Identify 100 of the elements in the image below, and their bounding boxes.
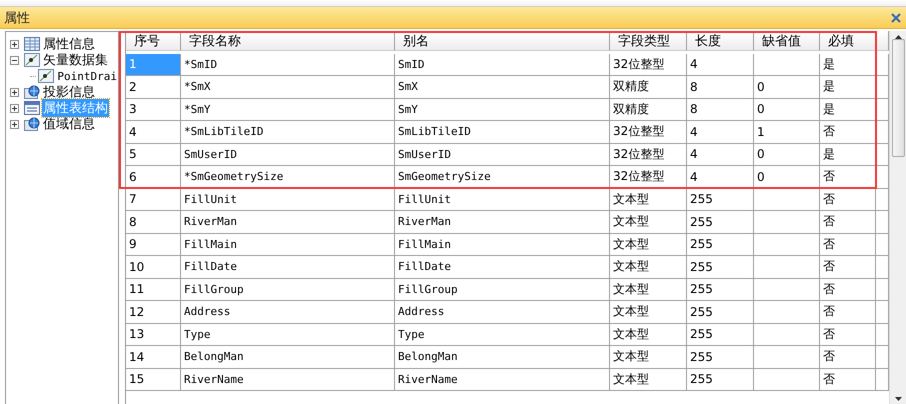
table-cell: SmY [395, 98, 610, 121]
tree-node-icon [24, 117, 40, 131]
table-cell: 255 [687, 211, 754, 234]
table-cell: 0 [754, 166, 820, 188]
table-cell [754, 278, 820, 301]
table-cell: 7 [126, 188, 181, 211]
table-cell: 5 [126, 144, 181, 166]
table-cell: 否 [820, 368, 876, 391]
table-cell: 255 [687, 368, 754, 391]
table-cell: FillMain [181, 234, 395, 256]
table-cell: 是 [820, 76, 876, 98]
close-icon[interactable] [890, 12, 902, 24]
table-cell: SmID [395, 54, 610, 76]
tree-node-icon [24, 85, 40, 99]
table-cell: 32位整型 [610, 121, 687, 144]
table-cell: *SmY [181, 98, 395, 121]
tree-item[interactable]: 属性信息 [42, 35, 96, 53]
table-cell: 3 [126, 98, 181, 121]
table-cell: 32位整型 [610, 54, 687, 76]
table-cell: SmGeometrySize [395, 166, 610, 188]
tree-item[interactable]: 矢量数据集 [42, 51, 109, 69]
table-cell: BelongMan [181, 346, 395, 368]
table-cell: 否 [820, 121, 876, 144]
table-cell: 文本型 [610, 324, 687, 346]
table-cell: RiverName [181, 368, 395, 391]
table-cell: 文本型 [610, 188, 687, 211]
table-cell: 4 [687, 54, 754, 76]
table-cell: 文本型 [610, 301, 687, 324]
table-cell: 8 [687, 98, 754, 121]
table-cell: 双精度 [610, 98, 687, 121]
table-cell: 文本型 [610, 256, 687, 278]
column-header[interactable]: 缺省值 [754, 31, 820, 51]
table-cell: Address [395, 301, 610, 324]
column-header[interactable]: 序号 [126, 31, 181, 51]
table-cell [754, 234, 820, 256]
tree-item[interactable]: 投影信息 [42, 83, 96, 101]
table-cell: 6 [126, 166, 181, 188]
table-cell: Type [395, 324, 610, 346]
table-cell: Type [181, 324, 395, 346]
table-cell: 12 [126, 301, 181, 324]
tree-item[interactable]: 值域信息 [42, 115, 96, 133]
table-cell: *SmLibTileID [181, 121, 395, 144]
table-cell: RiverMan [395, 211, 610, 234]
table-cell [754, 324, 820, 346]
window-title: 属性 [4, 10, 30, 26]
table-cell: 10 [126, 256, 181, 278]
table-cell: 2 [126, 76, 181, 98]
table-cell: RiverName [395, 368, 610, 391]
collapse-icon[interactable] [10, 56, 19, 64]
table-cell: *SmID [181, 54, 395, 76]
table-cell: 否 [820, 346, 876, 368]
table-cell: 8 [126, 211, 181, 234]
table-cell: 1 [754, 121, 820, 144]
expand-icon[interactable] [10, 88, 19, 96]
table-cell: RiverMan [181, 211, 395, 234]
table-cell [754, 301, 820, 324]
table-cell: 14 [126, 346, 181, 368]
table-cell: 32位整型 [610, 144, 687, 166]
table-cell: FillDate [181, 256, 395, 278]
column-header [876, 31, 889, 51]
scrollbar-thumb[interactable] [892, 39, 904, 157]
tree-node-icon [24, 53, 40, 67]
scroll-down-icon[interactable] [894, 397, 902, 401]
table-cell: 255 [687, 301, 754, 324]
tree-node-icon [24, 101, 40, 115]
table-cell: BelongMan [395, 346, 610, 368]
tree-node-icon [24, 37, 40, 51]
table-cell: SmLibTileID [395, 121, 610, 144]
table-cell: 4 [687, 166, 754, 188]
table-cell: 否 [820, 166, 876, 188]
table-cell: 255 [687, 324, 754, 346]
expand-icon[interactable] [10, 104, 19, 112]
table-cell: 255 [687, 234, 754, 256]
table-cell: 文本型 [610, 368, 687, 391]
table-cell: FillUnit [181, 188, 395, 211]
column-header[interactable]: 长度 [687, 31, 754, 51]
table-cell [754, 368, 820, 391]
table-cell: FillUnit [395, 188, 610, 211]
column-header[interactable]: 别名 [395, 31, 610, 51]
table-cell: 否 [820, 256, 876, 278]
table-cell: 0 [754, 76, 820, 98]
table-cell: FillGroup [181, 278, 395, 301]
table-cell: Address [181, 301, 395, 324]
table-cell [754, 54, 820, 76]
expand-icon[interactable] [10, 40, 19, 48]
table-cell: SmUserID [395, 144, 610, 166]
column-header[interactable]: 字段类型 [610, 31, 687, 51]
column-header[interactable]: 字段名称 [181, 31, 395, 51]
table-cell: 文本型 [610, 346, 687, 368]
vertical-scrollbar[interactable] [889, 31, 906, 404]
table-cell: 否 [820, 324, 876, 346]
table-cell [754, 346, 820, 368]
expand-icon[interactable] [10, 120, 19, 128]
table-cell: FillGroup [395, 278, 610, 301]
table-cell: 15 [126, 368, 181, 391]
table-cell: 255 [687, 256, 754, 278]
table-cell: 0 [754, 98, 820, 121]
table-cell: 否 [820, 301, 876, 324]
table-cell: FillDate [395, 256, 610, 278]
tree-item[interactable]: PointDrai [56, 70, 118, 82]
